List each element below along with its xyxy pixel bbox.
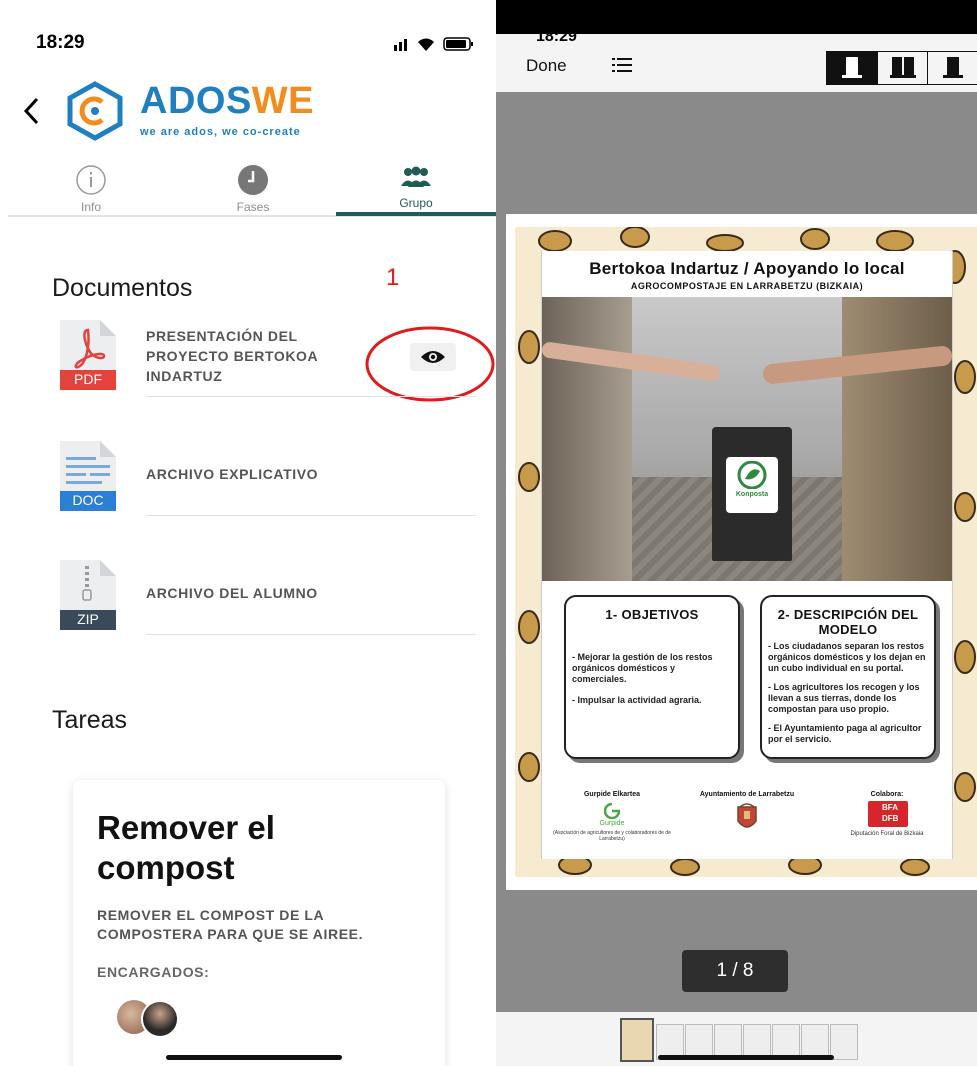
page-thumbnail[interactable] — [830, 1024, 858, 1060]
poster-title: Bertokoa Indartuz / Apoyando lo local — [589, 259, 905, 278]
assignees-label: ENCARGADOS: — [97, 964, 210, 980]
poster-subtitle: AGROCOMPOSTAJE EN LARRABETZU (BIZKAIA) — [630, 281, 864, 291]
model-description-box: 2- DESCRIPCIÓN DEL MODELO - Los ciudadan… — [760, 595, 936, 759]
page-indicator: 1 / 8 — [682, 950, 788, 992]
poster-footer: Gurpide Elkartea Gurpide (Asociación de … — [542, 791, 952, 859]
document-page[interactable]: Bertokoa Indartuz / Apoyando lo local AG… — [506, 214, 977, 890]
document-title-doc[interactable]: ARCHIVO EXPLICATIVO — [146, 464, 356, 484]
task-card[interactable]: Remover el compost REMOVER EL COMPOST DE… — [73, 780, 445, 1066]
viewer-toolbar: 18:29 Done — [496, 28, 977, 92]
active-tab-indicator — [336, 212, 496, 216]
bfa-logo-text: BFA — [882, 803, 898, 812]
model-description-line: - El Ayuntamiento paga al agricultor por… — [768, 723, 922, 744]
page-mode-segmented-control — [826, 51, 977, 85]
document-viewer-screen: 18:29 Done Bertokoa Indartuz / Apoyando … — [496, 0, 977, 1066]
org-gurpide-name: Gurpide Elkartea — [583, 791, 641, 798]
zip-file-icon: ZIP — [60, 560, 116, 630]
status-time: 18:29 — [36, 32, 85, 53]
pdf-file-icon: PDF — [60, 320, 116, 390]
back-button[interactable] — [22, 96, 40, 131]
dfb-logo-text: DFB — [882, 814, 899, 823]
objectives-box: 1- OBJETIVOS - Mejorar la gestión de los… — [564, 595, 740, 759]
zip-file-type: ZIP — [77, 611, 99, 627]
model-description-line: - Los ciudadanos separan los restos orgá… — [768, 641, 926, 673]
building-left — [542, 297, 632, 581]
brand-tagline: we are ados, we co-create — [140, 126, 301, 138]
page-thumbnail-current[interactable] — [620, 1018, 654, 1062]
gurpide-logo-text: Gurpide — [599, 820, 625, 827]
org-diputacion-caption: Diputación Foral de Bizkaia — [850, 831, 924, 837]
annotation-circle — [362, 324, 496, 404]
org-gurpide-caption: (Asociación de agricultores de y colabor… — [553, 830, 671, 842]
home-indicator — [658, 1055, 834, 1060]
tab-info[interactable]: Info — [31, 160, 151, 214]
single-page-icon — [842, 57, 862, 78]
single-page-mode-button[interactable] — [827, 52, 877, 84]
document-separator — [146, 396, 476, 397]
chevron-left-icon — [23, 97, 39, 125]
document-title-zip[interactable]: ARCHIVO DEL ALUMNO — [146, 583, 356, 603]
collaborator-label: Colabora: — [870, 791, 904, 798]
tasks-heading: Tareas — [52, 706, 128, 734]
app-screen: 18:29 ADOSWE we are ados, we co-create I… — [0, 0, 496, 1066]
bin-sticker-label: Konposta — [735, 491, 769, 498]
list-view-button[interactable] — [612, 57, 632, 78]
annotation-number: 1 — [386, 264, 400, 291]
leaf-logo-icon — [737, 461, 767, 489]
document-separator — [146, 515, 476, 516]
two-page-mode-button[interactable] — [877, 52, 928, 84]
brand-name-part2: WE — [251, 80, 315, 122]
bin-sticker: Konposta — [726, 457, 778, 513]
tab-grupo-label: Grupo — [399, 196, 433, 210]
document-separator — [146, 634, 476, 635]
list-icon — [612, 58, 632, 72]
tab-fases-label: Fases — [236, 200, 270, 214]
poster-content: Bertokoa Indartuz / Apoyando lo local AG… — [541, 251, 953, 859]
home-indicator — [166, 1055, 342, 1060]
brand-name-part1: ADOS — [140, 80, 252, 122]
bfa-dfb-logo: BFA DFB — [868, 801, 908, 827]
cover-page-icon — [943, 57, 963, 78]
gurpide-logo-icon — [604, 803, 620, 819]
status-time: 18:29 — [536, 28, 577, 45]
org-ayuntamiento-name: Ayuntamiento de Larrabetzu — [699, 791, 795, 798]
two-page-icon — [890, 57, 916, 78]
task-description: REMOVER EL COMPOST DE LA COMPOSTERA PARA… — [97, 907, 364, 942]
documents-heading: Documentos — [52, 274, 193, 302]
doc-file-type: DOC — [72, 492, 104, 508]
app-logo: ADOSWE we are ados, we co-create — [62, 80, 332, 142]
objectives-line: - Mejorar la gestión de los restos orgán… — [572, 652, 713, 684]
logo-mark-icon — [67, 81, 123, 141]
model-description-heading: 2- DESCRIPCIÓN DEL MODELO — [777, 607, 919, 637]
coat-of-arms-icon — [737, 803, 757, 828]
objectives-line: - Impulsar la actividad agraria. — [572, 695, 702, 705]
poster-background: Bertokoa Indartuz / Apoyando lo local AG… — [515, 227, 977, 877]
objectives-heading: 1- OBJETIVOS — [605, 607, 699, 622]
tab-fases[interactable]: Fases — [193, 160, 313, 214]
building-right — [842, 297, 952, 581]
poster-photo: Konposta — [542, 297, 952, 581]
clock-icon — [238, 165, 268, 195]
status-icons — [394, 36, 480, 57]
cover-mode-button[interactable] — [927, 52, 977, 84]
pdf-file-type: PDF — [74, 371, 102, 387]
tab-grupo[interactable]: Grupo — [356, 160, 476, 210]
avatar[interactable] — [141, 1000, 179, 1038]
info-icon — [76, 165, 106, 195]
tab-info-label: Info — [80, 200, 101, 214]
model-description-line: - Los agricultores los recogen y los lle… — [768, 682, 920, 714]
doc-file-icon: DOC — [60, 441, 116, 511]
task-title: Remover el compost — [97, 809, 275, 886]
done-button[interactable]: Done — [526, 56, 567, 76]
group-icon — [401, 166, 431, 187]
compost-bin: Konposta — [712, 427, 792, 561]
document-title-pdf[interactable]: PRESENTACIÓN DEL PROYECTO BERTOKOA INDAR… — [146, 326, 356, 386]
